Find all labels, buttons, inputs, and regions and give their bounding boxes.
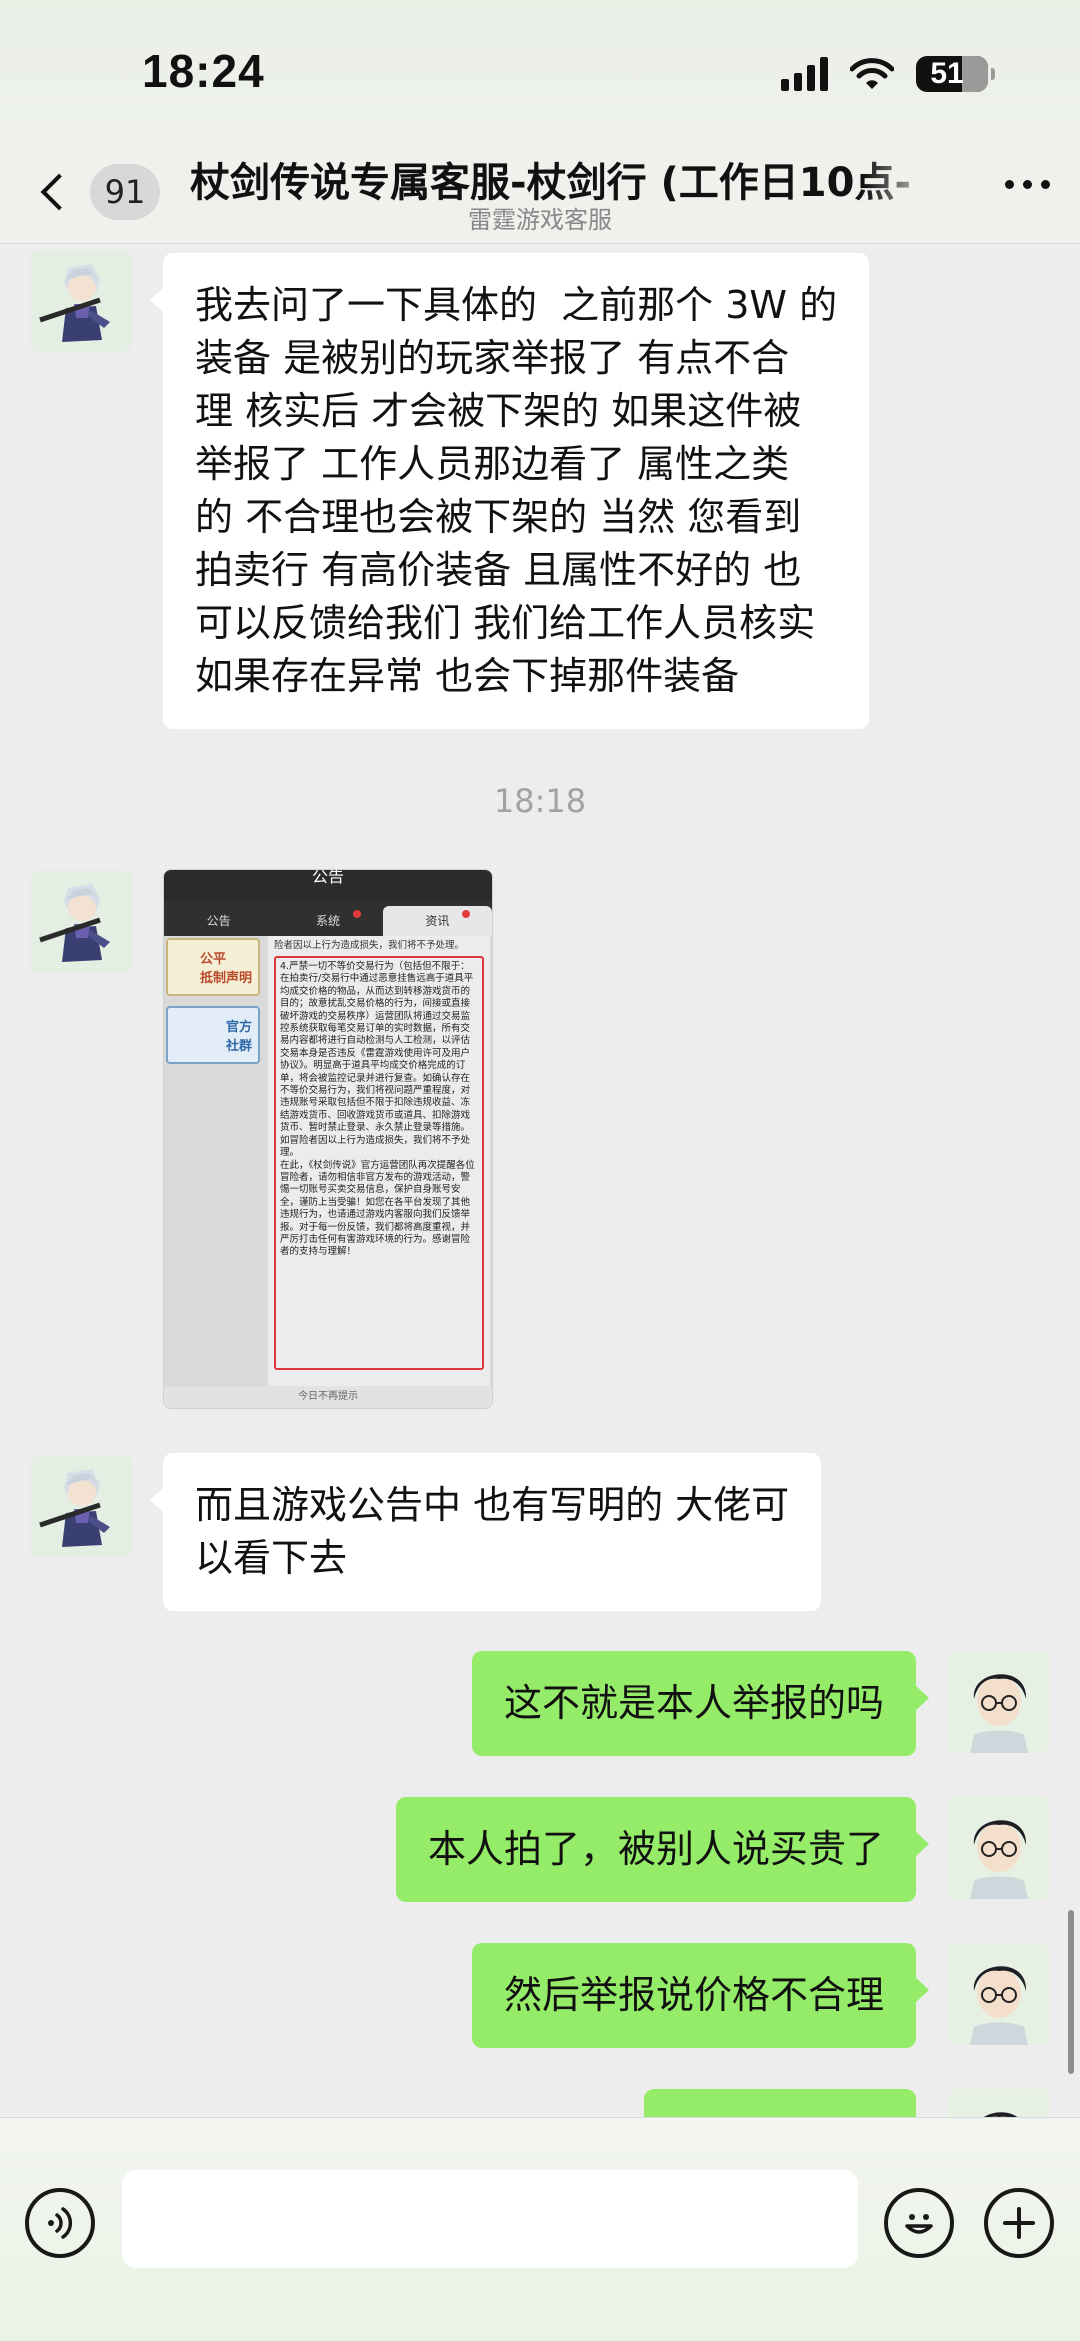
screenshot-intro-text: 险者因以上行为造成损失，我们将不予处理。 [274, 940, 465, 951]
screenshot-footer: 今日不再提示 [164, 1386, 492, 1408]
anime-character-avatar-icon [30, 250, 132, 352]
chat-subtitle: 雷霆游戏客服 [468, 206, 612, 234]
outgoing-message[interactable]: 然后举报说价格不合理 [471, 1943, 930, 2048]
message-timestamp: 18:18 [493, 782, 587, 820]
incoming-message[interactable]: 而且游戏公告中 也有写明的 大佬可 以看下去 [149, 1453, 822, 1611]
status-bar: 18:24 51 [0, 0, 1080, 140]
screenshot-tab: 公告 [206, 914, 231, 928]
screenshot-side-card: 官方 社群 [166, 1006, 260, 1064]
message-list[interactable]: 我去问了一下具体的 之前那个 3W 的 装备 是被别的玩家举报了 有点不合 理 … [0, 245, 1080, 2117]
screenshot-tab: 系统 [273, 906, 382, 936]
outgoing-message[interactable]: 这不就是本人举报的吗 [471, 1651, 930, 1756]
dot [1005, 180, 1014, 189]
outgoing-message-partial[interactable] [644, 2089, 916, 2117]
screenshot-side-card-label: 公平 抵制声明 [199, 952, 252, 986]
notification-dot-icon [461, 910, 470, 918]
chat-header: 91 杖剑传说专属客服-杖剑行 (工作日10点- 雷霆游戏客服 [0, 140, 1080, 244]
emoji-button[interactable] [884, 2188, 954, 2258]
glasses-boy-avatar-icon [948, 2089, 1050, 2117]
smiley-icon [905, 2214, 933, 2234]
wifi-icon [850, 58, 894, 89]
input-bar [0, 2117, 1080, 2341]
screenshot-tabs: 公告 系统 资讯 [164, 900, 492, 936]
incoming-message[interactable]: 我去问了一下具体的 之前那个 3W 的 装备 是被别的玩家举报了 有点不合 理 … [149, 253, 870, 729]
agent-avatar[interactable] [30, 870, 132, 972]
screenshot-sidebar: 公平 抵制声明 官方 社群 [166, 938, 262, 1074]
more-options-button[interactable] [1005, 180, 1050, 189]
screenshot-side-card-label: 官方 社群 [225, 1020, 252, 1054]
screenshot-tab-active: 资讯 [382, 906, 492, 936]
dot [1041, 180, 1050, 189]
dot [1023, 180, 1032, 189]
cellular-signal-icon [781, 57, 828, 91]
anime-character-avatar-icon [30, 870, 132, 972]
screenshot-highlighted-notice: 4.严禁一切不等价交易行为（包括但不限于：在拍卖行/交易行中通过恶意挂售远高于道… [274, 956, 484, 1370]
glasses-boy-avatar-icon [948, 1943, 1050, 2045]
battery-level: 51 [930, 57, 964, 90]
screenshot-tab-label: 资讯 [425, 914, 450, 928]
user-avatar[interactable] [948, 1943, 1050, 2045]
image-message-announcement-screenshot[interactable]: 公告 公告 系统 资讯 公平 抵制声明 官方 社群 险者因以上行为造成损失，我们… [163, 869, 493, 1409]
screenshot-notice-body: 险者因以上行为造成损失，我们将不予处理。 4.严禁一切不等价交易行为（包括但不限… [268, 936, 490, 1388]
screenshot-header: 公告 [164, 870, 492, 900]
status-time: 18:24 [142, 45, 265, 97]
glasses-boy-avatar-icon [948, 1797, 1050, 1899]
agent-avatar[interactable] [30, 1455, 132, 1557]
status-icons: 51 [781, 54, 995, 94]
user-avatar[interactable] [948, 1797, 1050, 1899]
plus-icon [1003, 2207, 1035, 2239]
message-input[interactable] [122, 2170, 858, 2268]
notification-dot-icon [352, 910, 361, 918]
more-actions-button[interactable] [984, 2188, 1054, 2258]
glasses-boy-avatar-icon [948, 1651, 1050, 1753]
battery-icon: 51 [916, 56, 995, 92]
screenshot-tab-label: 系统 [315, 914, 340, 928]
scrollbar[interactable] [1068, 1910, 1074, 2074]
user-avatar[interactable] [948, 2089, 1050, 2117]
outgoing-message[interactable]: 本人拍了，被别人说买贵了 [395, 1797, 930, 1902]
voice-icon [48, 2207, 73, 2239]
agent-avatar[interactable] [30, 250, 132, 352]
screenshot-side-card: 公平 抵制声明 [166, 938, 260, 996]
user-avatar[interactable] [948, 1651, 1050, 1753]
anime-character-avatar-icon [30, 1455, 132, 1557]
voice-input-button[interactable] [25, 2188, 95, 2258]
